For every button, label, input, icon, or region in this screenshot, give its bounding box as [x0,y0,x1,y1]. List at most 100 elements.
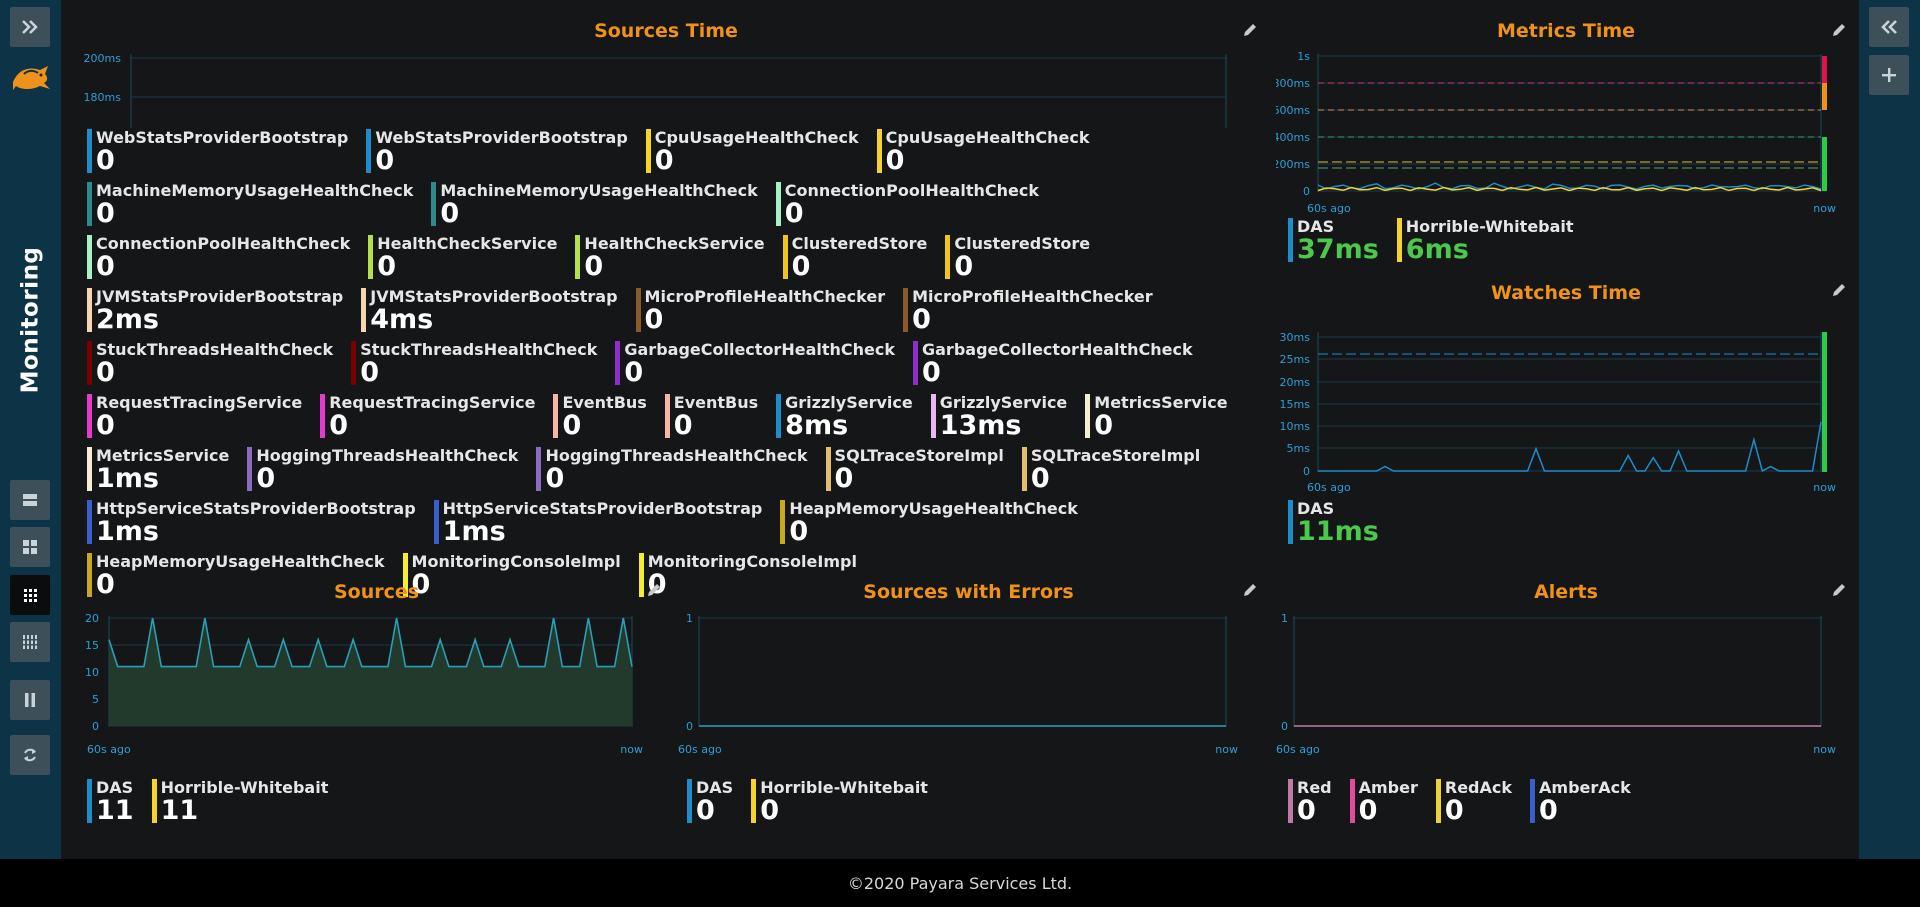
edit-pencil-icon[interactable] [1831,282,1847,298]
legend-item[interactable]: HealthCheckService 0 [575,235,765,281]
expand-panel-button[interactable] [10,7,50,47]
legend-item[interactable]: MicroProfileHealthChecker 0 [635,288,885,334]
legend-item[interactable]: HttpServiceStatsProviderBootstrap 1ms [433,500,762,546]
legend-item[interactable]: ConnectionPoolHealthCheck 0 [87,235,350,282]
legend-color-bar [775,182,781,226]
y-tick-label: 5ms [1287,442,1311,455]
legend-item-value: 0 [1094,410,1114,441]
legend-item[interactable]: ClusteredStore 0 [945,235,1090,281]
legend-item-name: RequestTracingService [96,393,303,412]
y-tick-label: 10 [85,666,99,679]
legend-item[interactable]: JVMStatsProviderBootstrap 2ms [87,288,343,334]
layout-rows-button[interactable] [10,480,50,520]
refresh-button[interactable] [10,735,50,775]
legend-item[interactable]: DAS 37ms [1288,218,1379,265]
legend-item[interactable]: GarbageCollectorHealthCheck 0 [615,340,895,387]
edit-pencil-icon[interactable] [646,582,662,598]
legend-item-value: 0 [377,251,397,282]
legend-item[interactable]: SQLTraceStoreImpl 0 [1021,447,1200,493]
legend-item[interactable]: SQLTraceStoreImpl 0 [825,447,1004,493]
legend-item[interactable]: MetricsService 1ms [87,447,229,493]
legend-item[interactable]: HeapMemoryUsageHealthCheck 0 [780,499,1078,546]
legend-item[interactable]: StuckThreadsHealthCheck 0 [351,340,598,388]
x-tick-label: 60s ago [87,743,131,756]
legend-item[interactable]: MetricsService 0 [1085,393,1228,441]
legend-item-name: HoggingThreadsHealthCheck [545,446,808,465]
legend-item-value: 0 [96,251,115,282]
legend-item[interactable]: MachineMemoryUsageHealthCheck 0 [87,182,413,228]
legend-item-name: GarbageCollectorHealthCheck [624,340,895,359]
legend-color-bar [876,129,882,173]
legend-item[interactable]: DAS 11ms [1288,500,1379,546]
legend-item[interactable]: ClusteredStore 0 [782,235,927,282]
legend-item[interactable]: EventBus 0 [553,394,647,440]
legend-item[interactable]: MicroProfileHealthChecker 0 [903,288,1153,334]
legend-item[interactable]: AmberAck 0 [1530,779,1631,825]
y-tick-label: 600ms [1276,104,1310,117]
grid-4-icon [23,635,37,649]
legend-color-bar [536,447,542,491]
legend-item[interactable]: EventBus 0 [664,394,758,440]
legend-item-name: MetricsService [1094,393,1228,412]
legend-item-name: HealthCheckService [377,234,558,253]
legend-item-name: HeapMemoryUsageHealthCheck [789,499,1078,518]
legend-item[interactable]: JVMStatsProviderBootstrap 4ms [361,288,618,334]
widget-title: Sources with Errors [863,581,1074,603]
edit-pencil-icon[interactable] [1831,22,1847,38]
pause-button[interactable] [10,680,50,720]
refresh-icon [24,748,36,762]
legend-item-value: 6ms [1405,234,1469,265]
legend-color-bar [368,235,374,279]
legend-item[interactable]: HoggingThreadsHealthCheck 0 [247,447,518,493]
layout-grid-2-button[interactable] [10,527,50,567]
layout-grid-4-button[interactable] [10,622,50,662]
legend-color-bar [366,129,372,173]
x-tick-label: now [1215,743,1238,756]
edit-pencil-icon[interactable] [1242,22,1258,38]
edit-pencil-icon[interactable] [1242,582,1258,598]
legend-color-bar [87,341,92,385]
legend-item[interactable]: Horrible-Whitebait 0 [751,779,928,825]
legend-item[interactable]: MachineMemoryUsageHealthCheck 0 [431,182,758,228]
legend-item[interactable]: StuckThreadsHealthCheck 0 [87,341,333,387]
legend-item[interactable]: HttpServiceStatsProviderBootstrap 1ms [87,500,416,546]
layout-grid-3-button[interactable] [10,575,50,615]
legend-item[interactable]: Amber 0 [1349,779,1418,825]
edit-pencil-icon[interactable] [1831,582,1847,598]
legend-item-value: 0 [791,251,811,282]
legend-item[interactable]: DAS 0 [687,779,733,825]
legend-color-bar [433,500,439,544]
add-page-button[interactable] [1869,55,1909,95]
legend-item[interactable]: Horrible-Whitebait 6ms [1396,218,1574,265]
legend-color-bar [645,129,651,173]
legend-item[interactable]: CpuUsageHealthCheck 0 [645,129,859,175]
legend-item[interactable]: DAS 11 [87,779,134,825]
legend-item[interactable]: HealthCheckService 0 [368,234,558,282]
legend-item[interactable]: WebStatsProviderBootstrap 0 [87,129,348,175]
y-tick-label: 15 [85,639,99,652]
legend-item[interactable]: RedAck 0 [1435,779,1512,825]
legend-item-value: 0 [360,357,379,388]
legend-item[interactable]: GrizzlyService 13ms [930,394,1067,440]
legend-item-name: StuckThreadsHealthCheck [360,340,598,359]
y-tick-label: 0 [1281,720,1288,733]
legend-item[interactable]: RequestTracingService 0 [320,394,535,440]
legend-item[interactable]: WebStatsProviderBootstrap 0 [366,129,628,175]
legend-item[interactable]: RequestTracingService 0 [87,393,303,440]
y-tick-label: 25ms [1280,353,1311,366]
grid-3x3-icon [23,588,37,602]
widget-title: Alerts [1534,581,1598,603]
copyright-text: ©2020 Payara Services Ltd. [847,873,1073,893]
collapse-panel-button[interactable] [1869,7,1909,47]
legend-item[interactable]: Red 0 [1288,779,1332,825]
legend-item[interactable]: Horrible-Whitebait 11 [151,779,328,825]
legend-item[interactable]: GarbageCollectorHealthCheck 0 [913,341,1193,387]
legend-item[interactable]: ConnectionPoolHealthCheck 0 [775,182,1039,228]
legend-item-value: 37ms [1297,234,1379,265]
legend-item[interactable]: GrizzlyService 8ms [776,394,913,440]
watches-time-widget: Watches Time 30ms 25ms 20ms 15ms 10ms 5m… [1276,280,1856,560]
widget-title: Sources Time [594,20,738,42]
legend-item[interactable]: CpuUsageHealthCheck 0 [876,129,1090,175]
legend-item[interactable]: HoggingThreadsHealthCheck 0 [536,446,808,493]
double-chevron-right-icon [22,20,38,34]
